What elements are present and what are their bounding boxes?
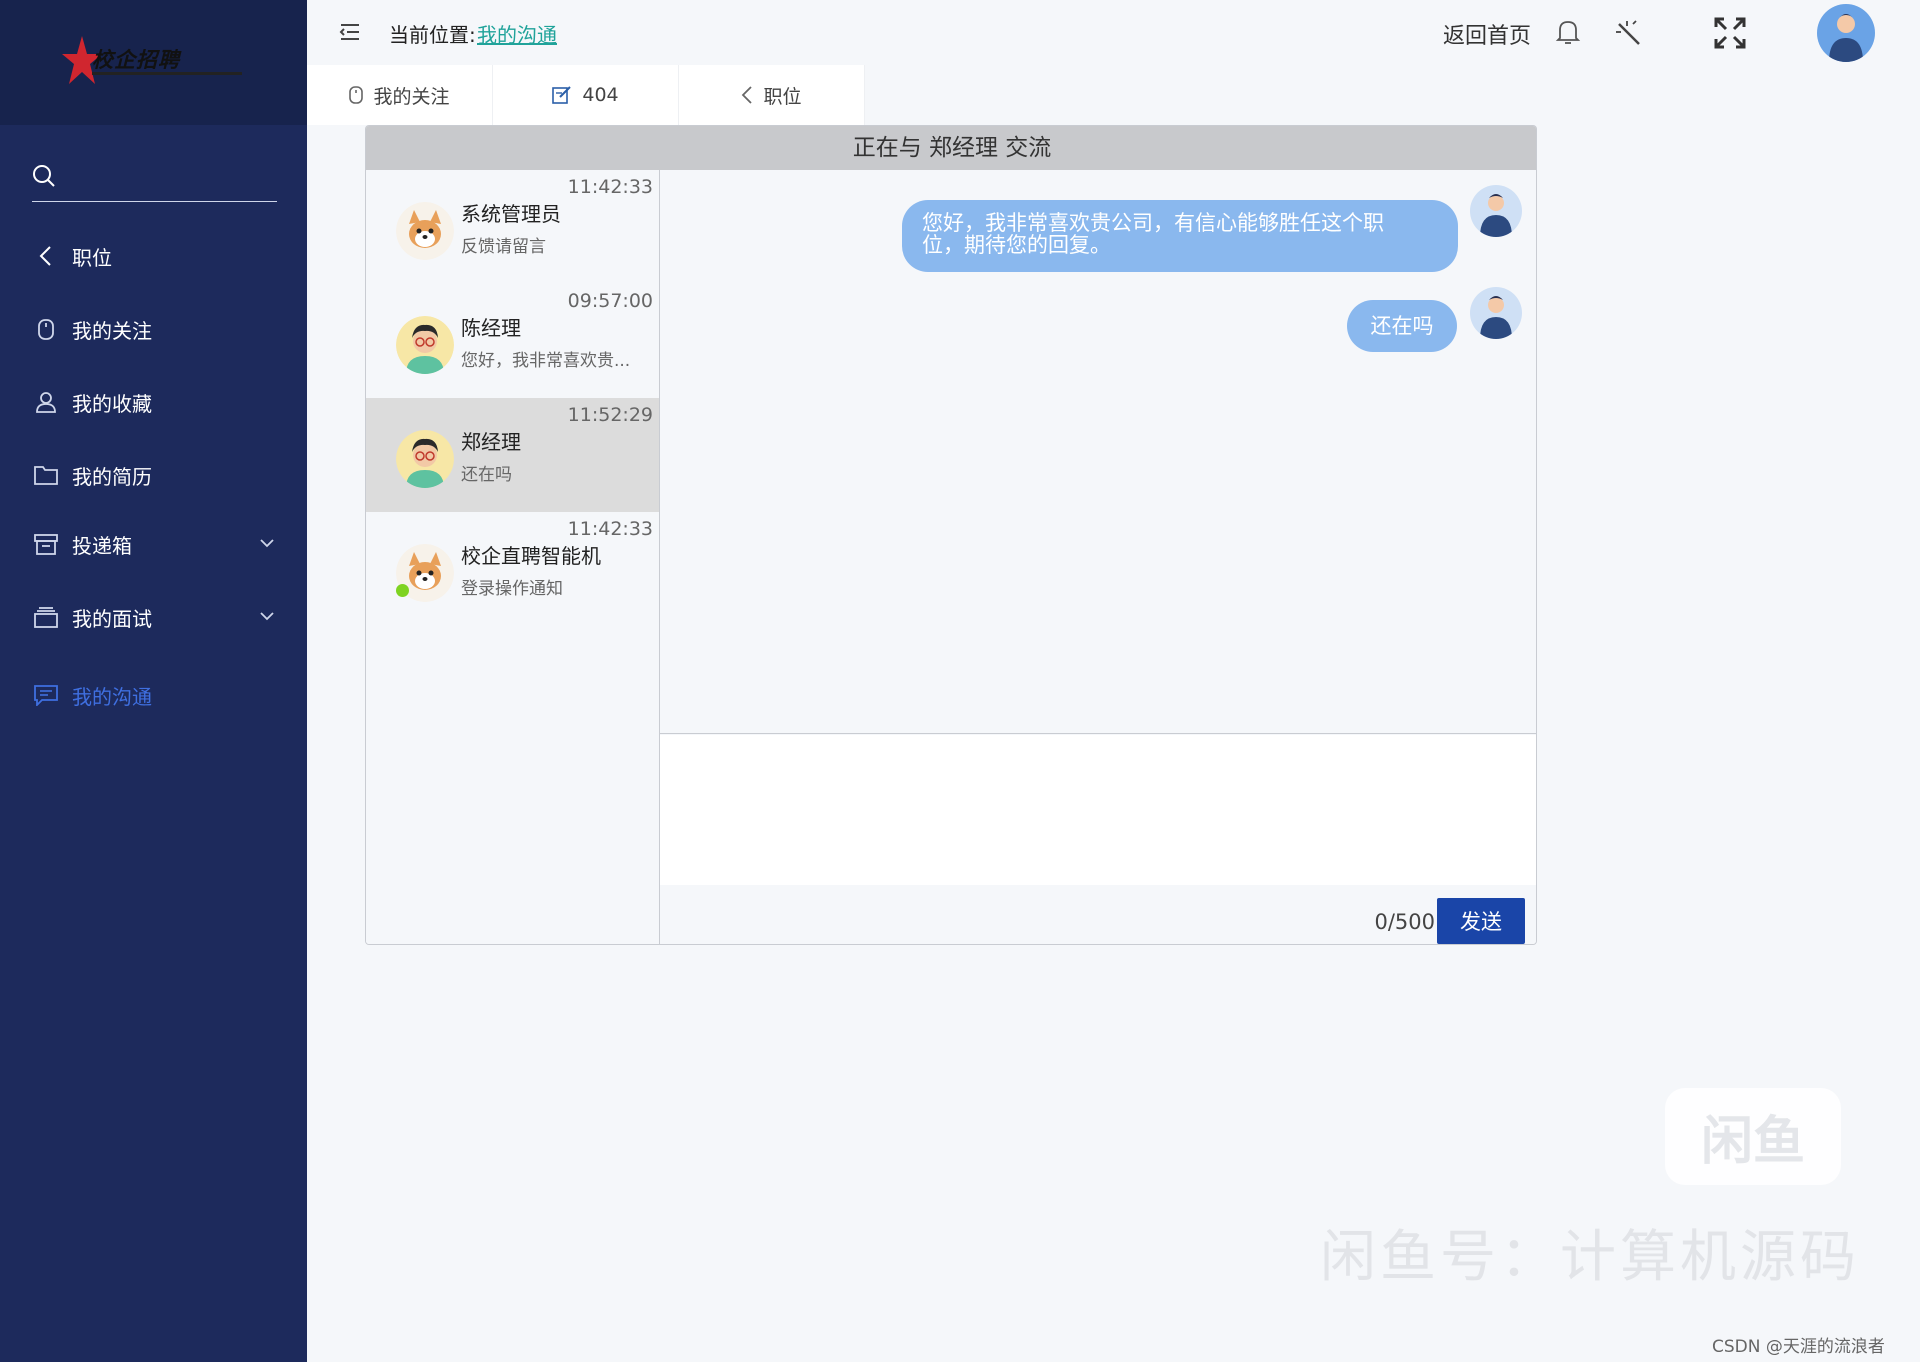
watermark-text: 闲鱼号：计算机源码 [1320, 1225, 1860, 1290]
message-input-area: 0/500 发送 [660, 735, 1536, 944]
logo-text: 校企招聘 [92, 48, 180, 72]
logo: 校企招聘 [0, 0, 307, 125]
message-bubble: 还在吗 [1347, 300, 1457, 352]
man-glasses-avatar-icon [396, 316, 454, 374]
sidebar-item-label: 我的收藏 [72, 391, 152, 416]
sidebar-search-input[interactable] [66, 164, 271, 194]
chevron-down-icon [260, 612, 274, 621]
mouse-icon [34, 317, 58, 341]
sidebar-item-label: 投递箱 [72, 533, 132, 558]
online-status-dot [396, 584, 409, 597]
tab-follows[interactable]: 我的关注 [307, 65, 493, 125]
contact-preview: 登录操作通知 [461, 579, 563, 599]
user-icon [34, 390, 58, 414]
box-icon [34, 532, 58, 556]
tab-label: 我的关注 [373, 85, 450, 108]
sidebar-item-interviews[interactable]: 我的面试 [0, 587, 307, 647]
search-icon [33, 165, 55, 187]
contact-preview: 反馈请留言 [461, 237, 546, 257]
cartoon-dog-avatar-icon [396, 202, 454, 260]
man-glasses-avatar-icon [396, 430, 454, 488]
contact-preview: 您好，我非常喜欢贵... [461, 351, 631, 371]
logo-underline [92, 72, 242, 75]
contact-list: 11:42:33 系统管理员 反馈请留言 09:57:00 陈经理 您好，我非常… [366, 170, 660, 944]
tab-404[interactable]: 404 [493, 65, 679, 125]
contact-time: 11:42:33 [567, 518, 653, 540]
contact-name: 系统管理员 [461, 202, 561, 226]
sidebar-item-label: 职位 [72, 245, 112, 270]
contact-item[interactable]: 11:42:33 系统管理员 反馈请留言 [366, 170, 659, 284]
contact-item[interactable]: 09:57:00 陈经理 您好，我非常喜欢贵... [366, 284, 659, 398]
home-link[interactable]: 返回首页 [1443, 18, 1531, 50]
top-header: 当前位置: 我的沟通 返回首页 [307, 0, 1920, 65]
tab-bar: 我的关注 404 职位 [307, 65, 865, 125]
message-line: 位，期待您的回复。 [922, 233, 1111, 257]
fullscreen-icon[interactable] [1713, 16, 1747, 50]
contact-name: 校企直聘智能机 [461, 544, 601, 568]
message-area: 您好，我非常喜欢贵公司，有信心能够胜任这个职 位，期待您的回复。 还在吗 [660, 170, 1536, 734]
sidebar-item-resume[interactable]: 我的简历 [0, 445, 307, 505]
sidebar-search[interactable] [32, 160, 277, 202]
tab-position[interactable]: 职位 [679, 65, 865, 125]
sidebar-item-follows[interactable]: 我的关注 [0, 299, 307, 359]
sidebar-item-label: 我的面试 [72, 606, 152, 631]
watermark-badge: 闲鱼 [1665, 1088, 1841, 1185]
tab-label: 职位 [763, 85, 802, 108]
sidebar-item-label: 我的沟通 [72, 684, 152, 709]
magic-wand-icon[interactable] [1613, 18, 1643, 48]
sidebar-item-label: 我的简历 [72, 464, 152, 489]
contact-item-active[interactable]: 11:52:29 郑经理 还在吗 [366, 398, 659, 512]
chevron-down-icon [260, 539, 274, 548]
sidebar-item-position[interactable]: 职位 [0, 226, 307, 286]
edit-icon [552, 85, 572, 105]
chat-title: 正在与 郑经理 交流 [366, 126, 1536, 170]
sidebar-item-communication[interactable]: 我的沟通 [0, 665, 307, 725]
chat-panel: 正在与 郑经理 交流 11:42:33 系统管理员 反馈请留言 09:57:00… [365, 125, 1537, 945]
message-line: 还在吗 [1370, 314, 1434, 338]
sidebar: 校企招聘 职位 我的关注 我的收藏 我的简历 投递箱 我的面试 我的沟通 [0, 0, 307, 1362]
contact-name: 陈经理 [461, 316, 521, 340]
breadcrumb-label: 当前位置: [389, 23, 476, 47]
contact-time: 09:57:00 [567, 290, 653, 312]
chevron-left-icon [741, 85, 753, 105]
message-icon [34, 683, 58, 707]
chevron-left-icon [34, 244, 58, 268]
char-counter: 0/500 [1374, 910, 1435, 934]
sidebar-item-label: 我的关注 [72, 318, 152, 343]
contact-name: 郑经理 [461, 430, 521, 454]
message-input[interactable] [660, 735, 1536, 885]
contact-preview: 还在吗 [461, 465, 512, 485]
contact-time: 11:52:29 [567, 404, 653, 426]
contact-time: 11:42:33 [567, 176, 653, 198]
contact-item[interactable]: 11:42:33 校企直聘智能机 登录操作通知 [366, 512, 659, 626]
send-button[interactable]: 发送 [1437, 898, 1525, 944]
breadcrumb-current-link[interactable]: 我的沟通 [477, 19, 557, 48]
tab-label: 404 [582, 84, 619, 106]
message-line: 您好，我非常喜欢贵公司，有信心能够胜任这个职 [922, 211, 1384, 235]
sender-avatar [1470, 185, 1522, 237]
watermark-credit: CSDN @天涯的流浪者 [1712, 1337, 1885, 1357]
folder-icon [34, 463, 58, 487]
sidebar-item-favorites[interactable]: 我的收藏 [0, 372, 307, 432]
menu-toggle-icon[interactable] [337, 20, 363, 44]
mouse-icon [349, 85, 364, 105]
sender-avatar [1470, 287, 1522, 339]
layers-icon [34, 605, 58, 629]
message-bubble: 您好，我非常喜欢贵公司，有信心能够胜任这个职 位，期待您的回复。 [902, 200, 1458, 272]
user-avatar[interactable] [1817, 4, 1875, 62]
bell-icon[interactable] [1555, 18, 1581, 46]
sidebar-item-outbox[interactable]: 投递箱 [0, 514, 307, 574]
